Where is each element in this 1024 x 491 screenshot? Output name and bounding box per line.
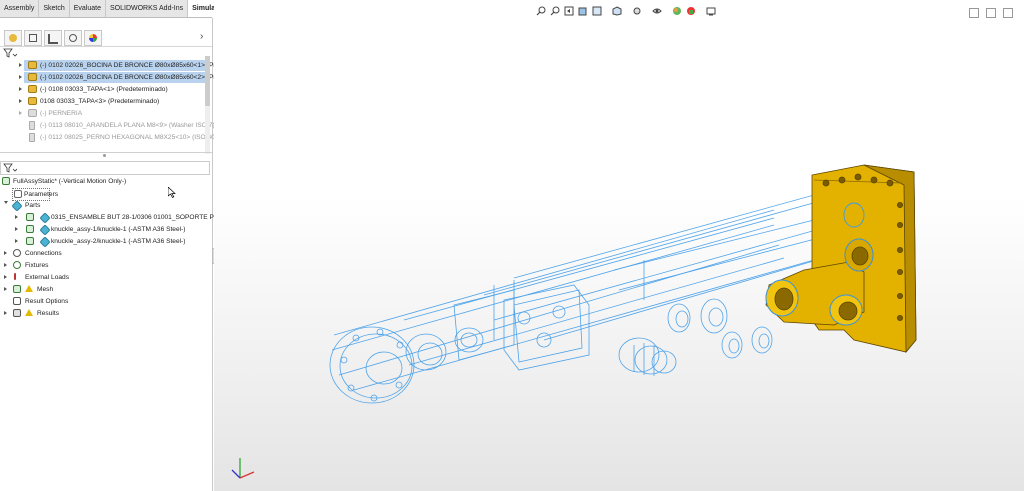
tree-item-label: (-) PERNERIA (40, 110, 83, 117)
mouse-cursor-icon (168, 187, 176, 198)
part-icon (28, 73, 37, 81)
feature-manager-tab[interactable] (4, 30, 22, 46)
left-panel: › (-) 0102 02026_BOCINA DE BRONCE Ø80xØ8… (0, 18, 230, 491)
study-filter-box[interactable] (0, 161, 210, 175)
part-icon (28, 97, 37, 105)
expand-arrow-icon[interactable] (19, 75, 22, 79)
feature-manager-icon (9, 34, 17, 42)
parts-icon (11, 200, 23, 212)
splitter-grip-icon[interactable] (103, 154, 106, 157)
graphics-viewport[interactable] (214, 0, 1024, 491)
panel-toolbar: › (0, 28, 212, 47)
result-options-icon (13, 297, 21, 305)
study-item-label: Parts (25, 202, 41, 209)
check-icon (26, 237, 34, 245)
expand-arrow-icon[interactable] (15, 215, 18, 219)
tree-item-label: (-) 0113 08010_ARANDELA PLANA M8<9> (Was… (40, 122, 215, 129)
property-manager-icon (29, 34, 37, 42)
dimxpert-tab[interactable] (64, 30, 82, 46)
tree-item-label: (-) 0108 03033_TAPA<1> (Predeterminado) (40, 86, 168, 93)
study-label: FullAssyStatic* (-Vertical Motion Only-) (13, 178, 127, 185)
study-item-label: Connections (25, 250, 62, 257)
tree-item-label: (-) 0102 02026_BOCINA DE BRONCE Ø80xØ85x… (40, 62, 216, 69)
expand-arrow-icon[interactable] (4, 251, 7, 255)
expand-arrow-icon[interactable] (4, 275, 7, 279)
display-manager-icon (89, 34, 97, 42)
folder-icon (28, 109, 37, 117)
configuration-manager-tab[interactable] (44, 30, 62, 46)
tab-solidworks-add-ins[interactable]: SOLIDWORKS Add-Ins (106, 0, 189, 17)
tree-item[interactable]: (-) 0102 02026_BOCINA DE BRONCE Ø80xØ85x… (24, 72, 216, 83)
study-part-label: knuckle_assy-2/knuckle-1 (-ASTM A36 Stee… (51, 238, 186, 245)
scrollbar-thumb[interactable] (205, 56, 210, 106)
tab-assembly[interactable]: Assembly (0, 0, 40, 17)
expand-arrow-icon[interactable] (15, 239, 18, 243)
results-icon (13, 309, 21, 317)
external-loads-icon (14, 273, 16, 280)
expand-arrow-icon[interactable] (4, 263, 7, 267)
connections-icon (13, 249, 21, 257)
filter-icon[interactable] (3, 163, 17, 173)
display-manager-tab[interactable] (84, 30, 102, 46)
study-part-label: knuckle_assy-1/knuckle-1 (-ASTM A36 Stee… (51, 226, 186, 233)
coordinate-triad-icon (231, 458, 255, 479)
study-item-label: Results (37, 310, 59, 317)
study-part-label: 0315_ENSAMBLE BUT 28-1/0306 01001_SOPORT… (51, 214, 230, 221)
expand-arrow-icon[interactable] (19, 99, 22, 103)
warning-icon (25, 309, 33, 316)
part-icon (28, 61, 37, 69)
dimxpert-icon (69, 34, 77, 42)
expand-panel-arrow[interactable]: › (200, 31, 203, 42)
tree-item-label: (-) 0102 02026_BOCINA DE BRONCE Ø80xØ85x… (40, 74, 216, 81)
washer-icon (29, 121, 35, 130)
study-icon (2, 177, 10, 185)
part-icon (28, 85, 37, 93)
part-solid-icon (39, 224, 51, 236)
expand-arrow-icon[interactable] (4, 287, 7, 291)
divider (0, 152, 212, 153)
tab-sketch[interactable]: Sketch (39, 0, 70, 17)
property-manager-tab[interactable] (24, 30, 42, 46)
expand-arrow-icon[interactable] (4, 311, 7, 315)
feature-tree: (-) 0102 02026_BOCINA DE BRONCE Ø80xØ85x… (0, 56, 216, 156)
tree-item[interactable]: (-) 0102 02026_BOCINA DE BRONCE Ø80xØ85x… (24, 60, 216, 71)
expand-arrow-icon[interactable] (19, 87, 22, 91)
check-icon (26, 213, 34, 221)
expand-arrow-icon[interactable] (19, 63, 22, 67)
fixtures-icon (13, 261, 21, 269)
study-item-label: External Loads (25, 274, 69, 281)
tree-item-label: 0108 03033_TAPA<3> (Predeterminado) (40, 98, 160, 105)
expand-arrow-icon[interactable] (19, 111, 22, 115)
assembly-model[interactable] (214, 0, 1024, 491)
command-manager-tabs: Assembly Sketch Evaluate SOLIDWORKS Add-… (0, 0, 233, 18)
configuration-manager-icon (48, 34, 58, 44)
study-item-label: Parameters (24, 191, 59, 198)
check-icon (26, 225, 34, 233)
expand-arrow-icon[interactable] (15, 227, 18, 231)
mesh-icon (13, 285, 21, 293)
study-item-label: Result Options (25, 298, 69, 305)
study-item-label: Mesh (37, 286, 54, 293)
tab-evaluate[interactable]: Evaluate (70, 0, 106, 17)
study-item-label: Fixtures (25, 262, 49, 269)
parameters-icon (14, 190, 22, 198)
tree-item-label: (-) 0112 08025_PERNO HEXAGONAL M8X25<10>… (40, 134, 215, 141)
part-solid-icon (39, 236, 51, 248)
collapse-arrow-icon[interactable] (4, 201, 8, 204)
part-solid-icon (39, 212, 51, 224)
bolt-icon (29, 133, 35, 142)
warning-icon (25, 285, 33, 292)
tree-scrollbar[interactable] (205, 56, 210, 154)
